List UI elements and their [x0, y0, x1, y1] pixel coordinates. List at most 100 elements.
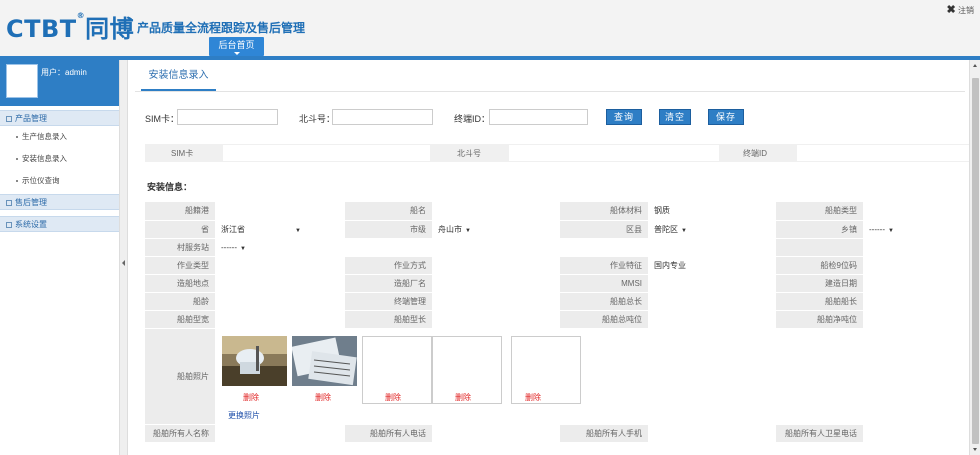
delete-photo-3[interactable]: 删除	[385, 392, 401, 403]
dropdown-arrow-icon: ▼	[239, 245, 246, 252]
close-icon: ✖	[946, 4, 956, 16]
photo-thumbnail-1[interactable]	[222, 335, 287, 386]
home-tab[interactable]: 后台首页	[209, 37, 264, 56]
filter-beidou-label: 北斗号	[457, 149, 481, 158]
field-label: 市级	[345, 220, 432, 239]
city-select[interactable]: 舟山市 ▼	[432, 220, 560, 239]
field-input[interactable]: 国内专业	[648, 256, 776, 275]
field-input[interactable]	[215, 274, 345, 293]
field-input[interactable]	[432, 310, 560, 329]
field-input[interactable]	[863, 202, 969, 221]
nav-group-product[interactable]: 产品管理	[0, 110, 119, 126]
beidou-input[interactable]	[332, 109, 433, 125]
delete-photo-4[interactable]: 删除	[455, 392, 471, 403]
change-photo-link[interactable]: 更换照片	[228, 410, 260, 421]
field-label: 船舶净吨位	[776, 310, 863, 329]
nav-group-after-sales[interactable]: 售后管理	[0, 194, 119, 210]
collapse-box-icon	[6, 200, 12, 206]
photo-thumbnail-2[interactable]	[292, 335, 357, 386]
nav-item-locator-query[interactable]: 示位仪查询	[0, 170, 119, 192]
nav-group-system-settings[interactable]: 系统设置	[0, 216, 119, 232]
field-input[interactable]	[215, 202, 345, 221]
filter-beidou-value[interactable]	[509, 145, 719, 161]
logout-button[interactable]: ✖ 注销	[947, 3, 974, 16]
query-button[interactable]: 查询	[606, 109, 642, 125]
field-input[interactable]	[432, 256, 560, 275]
field-input[interactable]	[432, 424, 560, 443]
sidebar-collapse-handle[interactable]	[120, 60, 128, 455]
nav-item-install-entry[interactable]: 安装信息录入	[0, 148, 119, 170]
town-select[interactable]: ------ ▼	[863, 220, 969, 239]
vertical-scrollbar[interactable]	[969, 60, 980, 455]
delete-photo-2[interactable]: 删除	[315, 392, 331, 403]
field-label: 船舶照片	[145, 328, 215, 425]
search-bar: SIM卡： 北斗号： 终端ID： 查询 清空 保存	[129, 109, 969, 127]
scrollbar-thumb[interactable]	[972, 78, 979, 444]
nav-item-label: 生产信息录入	[22, 132, 67, 141]
field-input[interactable]	[432, 292, 560, 311]
field-label: 船籍港	[145, 202, 215, 221]
install-info-table: 船籍港 船名 船体材料 钢质 船舶类型 省 浙江省 ▼ 市级 舟山市 ▼ 区县 普陀…	[145, 202, 969, 443]
field-label: 省	[145, 220, 215, 239]
table-row: 船舶型宽 船舶型长 船舶总吨位 船舶净吨位	[145, 310, 969, 329]
field-input[interactable]	[863, 424, 969, 443]
field-label: 船舶类型	[776, 202, 863, 221]
nav-group-label: 售后管理	[15, 198, 47, 207]
field-input[interactable]	[863, 292, 969, 311]
avatar	[6, 64, 38, 98]
field-input[interactable]	[648, 310, 776, 329]
field-label: 作业特征	[560, 256, 648, 275]
terminal-input[interactable]	[489, 109, 588, 125]
sim-input[interactable]	[177, 109, 278, 125]
tab-divider	[135, 91, 965, 92]
select-value: 普陀区	[654, 224, 678, 234]
field-input[interactable]	[863, 256, 969, 275]
field-label: 作业方式	[345, 256, 432, 275]
bullet-icon	[16, 180, 18, 183]
bullet-icon	[16, 136, 18, 139]
field-label: 造船地点	[145, 274, 215, 293]
sim-label: SIM卡：	[145, 114, 180, 124]
collapse-left-icon	[122, 260, 125, 266]
district-select[interactable]: 普陀区 ▼	[648, 220, 776, 239]
dropdown-arrow-icon: ▼	[887, 227, 894, 234]
clear-button[interactable]: 清空	[659, 109, 691, 125]
field-input[interactable]	[215, 292, 345, 311]
scroll-down-icon[interactable]	[973, 448, 977, 451]
table-row-photos: 船舶照片 删除 删除 删除 删除 删除 更换照片	[145, 328, 969, 425]
field-input[interactable]: 钢质	[648, 202, 776, 221]
field-input[interactable]	[863, 310, 969, 329]
field-input[interactable]	[432, 274, 560, 293]
filter-sim-value[interactable]	[223, 145, 430, 161]
delete-photo-1[interactable]: 删除	[243, 392, 259, 403]
field-input[interactable]	[215, 256, 345, 275]
table-row: 造船地点 造船厂名 MMSI 建造日期	[145, 274, 969, 293]
select-value: 舟山市	[438, 224, 462, 234]
field-input[interactable]	[432, 202, 560, 221]
field-label: 船舶所有人手机	[560, 424, 648, 443]
beidou-label: 北斗号：	[299, 114, 336, 124]
field-input[interactable]	[648, 274, 776, 293]
province-select[interactable]: 浙江省 ▼	[215, 220, 345, 239]
tab-install-entry[interactable]: 安装信息录入	[141, 67, 216, 91]
field-input[interactable]	[863, 274, 969, 293]
logo: CTBT®同博	[6, 9, 134, 44]
save-button[interactable]: 保存	[708, 109, 744, 125]
field-input[interactable]	[648, 292, 776, 311]
filter-row: SIM卡 北斗号 终端ID	[145, 144, 969, 162]
app-subtitle: 产品质量全流程跟踪及售后管理	[137, 21, 306, 35]
field-input[interactable]	[215, 310, 345, 329]
field-input[interactable]	[215, 424, 345, 443]
field-label: 作业类型	[145, 256, 215, 275]
filter-terminal-value[interactable]	[797, 145, 969, 161]
delete-photo-5[interactable]: 删除	[525, 392, 541, 403]
filter-terminal-label: 终端ID	[743, 149, 767, 158]
field-label: 船舶型宽	[145, 310, 215, 329]
photo-slot-5[interactable]	[511, 335, 581, 404]
scroll-up-icon[interactable]	[973, 64, 977, 67]
village-select[interactable]: ------ ▼	[215, 238, 345, 257]
field-input[interactable]	[648, 424, 776, 443]
nav-item-production-entry[interactable]: 生产信息录入	[0, 126, 119, 148]
select-value: ------	[869, 224, 885, 234]
field-label: 船舶总吨位	[560, 310, 648, 329]
